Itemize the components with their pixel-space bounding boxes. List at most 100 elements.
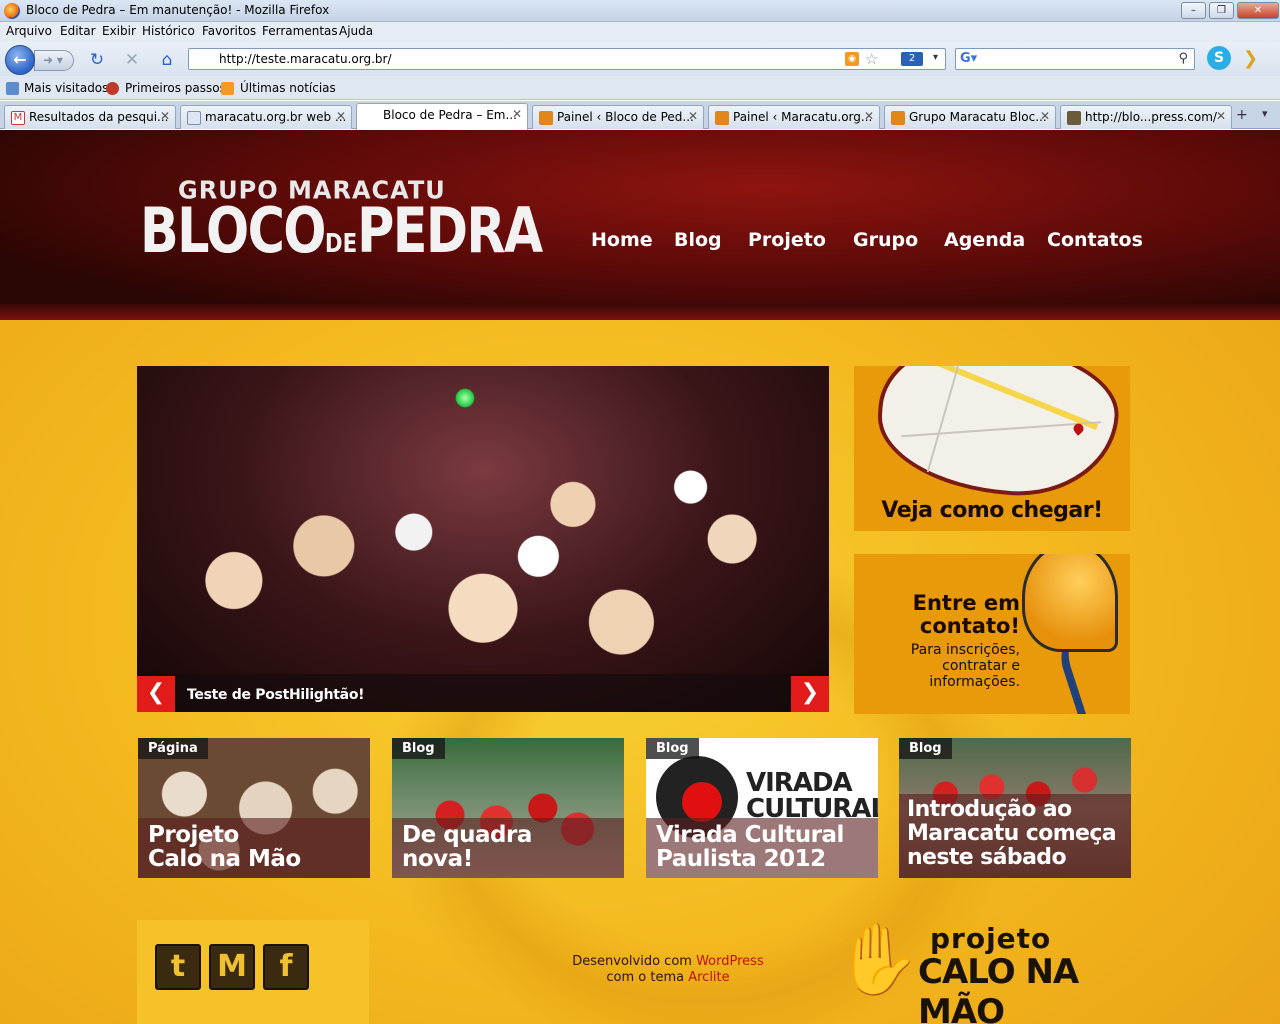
tab-label: Painel ‹ Maracatu.org... xyxy=(733,110,873,124)
reload-icon[interactable]: ↻ xyxy=(86,50,108,70)
addon-badge[interactable]: 2 xyxy=(901,52,923,66)
post-category[interactable]: Blog xyxy=(392,738,445,759)
tab-label: Resultados da pesqui... xyxy=(29,110,169,124)
orkut-icon[interactable]: M xyxy=(209,944,255,990)
menu-arquivo[interactable]: Arquivo xyxy=(6,24,52,38)
arclite-link[interactable]: Arclite xyxy=(688,970,729,985)
nav-contatos[interactable]: Contatos xyxy=(1047,229,1143,251)
bookmark-primeiros-passos[interactable]: Primeiros passos xyxy=(125,81,226,95)
forward-button[interactable]: ➜ ▾ xyxy=(34,50,74,71)
menu-historico[interactable]: Histórico xyxy=(142,24,195,38)
nav-agenda[interactable]: Agenda xyxy=(944,229,1025,251)
slider-photo[interactable] xyxy=(137,366,829,712)
menu-ajuda[interactable]: Ajuda xyxy=(339,24,373,38)
close-tab-icon[interactable]: ✕ xyxy=(1216,109,1226,123)
post-title-line: Paulista 2012 xyxy=(656,846,826,872)
nav-projeto[interactable]: Projeto xyxy=(748,229,826,251)
toolbar-overflow-icon[interactable]: ❯ xyxy=(1243,48,1258,69)
close-tab-icon[interactable]: ✕ xyxy=(512,107,522,121)
post-category[interactable]: Blog xyxy=(899,738,952,759)
menu-editar[interactable]: Editar xyxy=(60,24,96,38)
directions-label[interactable]: Veja como chegar! xyxy=(854,498,1130,523)
new-tab-icon[interactable]: + xyxy=(1236,107,1248,123)
site-header: GRUPO MARACATU BLOCODEPEDRA Home Blog Pr… xyxy=(0,130,1280,320)
contact-box[interactable]: Entre em contato! Para inscrições, contr… xyxy=(854,554,1130,714)
slider-prev-button[interactable]: ❮ xyxy=(137,676,175,712)
contact-title[interactable]: Entre em contato! xyxy=(913,592,1020,638)
wordpress-link[interactable]: WordPress xyxy=(696,954,764,969)
close-tab-icon[interactable]: ✕ xyxy=(1040,109,1050,123)
close-tab-icon[interactable]: ✕ xyxy=(160,109,170,123)
bookmark-mais-visitados[interactable]: Mais visitados xyxy=(24,81,108,95)
tab-painel-maracatu[interactable]: Painel ‹ Maracatu.org... ✕ xyxy=(708,105,880,129)
post-tile-virada[interactable]: VIRADA CULTURAL Blog Virada Cultural Pau… xyxy=(646,738,878,878)
close-tab-icon[interactable]: ✕ xyxy=(688,109,698,123)
featured-slider[interactable]: Teste de PostHilightão! ❮ ❯ xyxy=(137,366,829,712)
menu-bar: Arquivo Editar Exibir Histórico Favorito… xyxy=(0,22,1280,42)
menu-ferramentas[interactable]: Ferramentas xyxy=(262,24,338,38)
stop-icon[interactable]: ✕ xyxy=(121,50,143,70)
google-icon[interactable]: G▾ xyxy=(960,51,977,66)
slider-next-button[interactable]: ❯ xyxy=(791,676,829,712)
menu-exibir[interactable]: Exibir xyxy=(102,24,136,38)
url-text[interactable]: http://teste.maracatu.org.br/ xyxy=(219,52,392,66)
facebook-icon[interactable]: f xyxy=(263,944,309,990)
tab-list-icon[interactable]: ▾ xyxy=(1262,107,1268,120)
map-image[interactable] xyxy=(873,366,1123,503)
slider-caption[interactable]: Teste de PostHilightão! xyxy=(187,687,365,703)
post-tile-projeto[interactable]: Página Projeto Calo na Mão xyxy=(138,738,370,878)
bookmark-ultimas-noticias[interactable]: Últimas notícias xyxy=(240,81,336,95)
header-strip xyxy=(0,304,1280,320)
skype-icon[interactable]: S xyxy=(1207,46,1231,70)
post-title[interactable]: Introdução ao Maracatu começa neste sába… xyxy=(907,798,1117,870)
site-logo[interactable]: BLOCODEPEDRA xyxy=(140,196,543,279)
post-title[interactable]: Projeto Calo na Mão xyxy=(148,823,301,871)
post-title-line: Virada Cultural xyxy=(656,822,844,848)
logo-de: DE xyxy=(324,229,358,259)
minimize-button[interactable]: – xyxy=(1181,2,1206,19)
close-tab-icon[interactable]: ✕ xyxy=(336,109,346,123)
close-window-button[interactable]: ✕ xyxy=(1237,2,1279,19)
tab-bloco-de-pedra[interactable]: Bloco de Pedra – Em... ✕ xyxy=(356,103,528,130)
tab-wordpress[interactable]: http://blo...press.com/ ✕ xyxy=(1060,105,1232,129)
calo-na-mao-logo[interactable]: ✋ projeto CALO NA MÃO xyxy=(834,916,1134,1024)
post-category[interactable]: Página xyxy=(138,738,208,759)
window-title: Bloco de Pedra – Em manutenção! - Mozill… xyxy=(26,3,330,17)
bookmark-star-icon[interactable]: ☆ xyxy=(865,50,878,68)
post-title[interactable]: Virada Cultural Paulista 2012 xyxy=(656,823,844,871)
search-icon[interactable]: ⚲ xyxy=(1178,51,1188,66)
nav-home[interactable]: Home xyxy=(591,229,653,251)
twitter-icon[interactable]: t xyxy=(155,944,201,990)
close-tab-icon[interactable]: ✕ xyxy=(864,109,874,123)
rss-icon[interactable]: ◉ xyxy=(845,52,859,66)
credits-theme-prefix: com o tema xyxy=(606,970,685,985)
back-button[interactable]: ← xyxy=(5,45,35,75)
nav-blog[interactable]: Blog xyxy=(674,229,722,251)
tab-painel-bloco[interactable]: Painel ‹ Bloco de Ped... ✕ xyxy=(532,105,704,129)
url-bar[interactable]: http://teste.maracatu.org.br/ ◉ ☆ 2 ▾ xyxy=(188,48,946,70)
post-title[interactable]: De quadra nova! xyxy=(402,823,532,871)
search-input[interactable]: G▾ ⚲ xyxy=(955,48,1195,70)
menu-favoritos[interactable]: Favoritos xyxy=(202,24,256,38)
firefox-icon xyxy=(4,3,20,19)
tab-maracatu-web[interactable]: maracatu.org.br web ... ✕ xyxy=(180,105,352,129)
post-category[interactable]: Blog xyxy=(646,738,699,759)
post-tile-quadra[interactable]: Blog De quadra nova! xyxy=(392,738,624,878)
url-dropdown-icon[interactable]: ▾ xyxy=(933,52,938,63)
tab-gmail[interactable]: M Resultados da pesqui... ✕ xyxy=(4,105,176,129)
tab-label: http://blo...press.com/ xyxy=(1085,110,1217,124)
contact-subtitle: Para inscrições, contratar e informações… xyxy=(911,642,1020,690)
restore-button[interactable]: ❐ xyxy=(1209,2,1234,19)
contact-subtitle-line: informações. xyxy=(929,674,1020,690)
gmail-icon: M xyxy=(11,111,25,125)
post-tile-introducao[interactable]: Blog Introdução ao Maracatu começa neste… xyxy=(899,738,1131,878)
nav-grupo[interactable]: Grupo xyxy=(853,229,918,251)
tab-grupo-maracatu[interactable]: Grupo Maracatu Bloc... ✕ xyxy=(884,105,1056,129)
contact-subtitle-line: contratar e xyxy=(942,658,1020,674)
post-title-line: Maracatu começa xyxy=(907,821,1117,846)
wordpress-site-icon xyxy=(1067,111,1081,125)
hand-print-icon: ✋ xyxy=(834,918,922,1000)
directions-box[interactable]: Veja como chegar! xyxy=(854,366,1130,531)
calo-logo-line1: projeto xyxy=(930,922,1052,955)
home-icon[interactable]: ⌂ xyxy=(156,50,178,70)
